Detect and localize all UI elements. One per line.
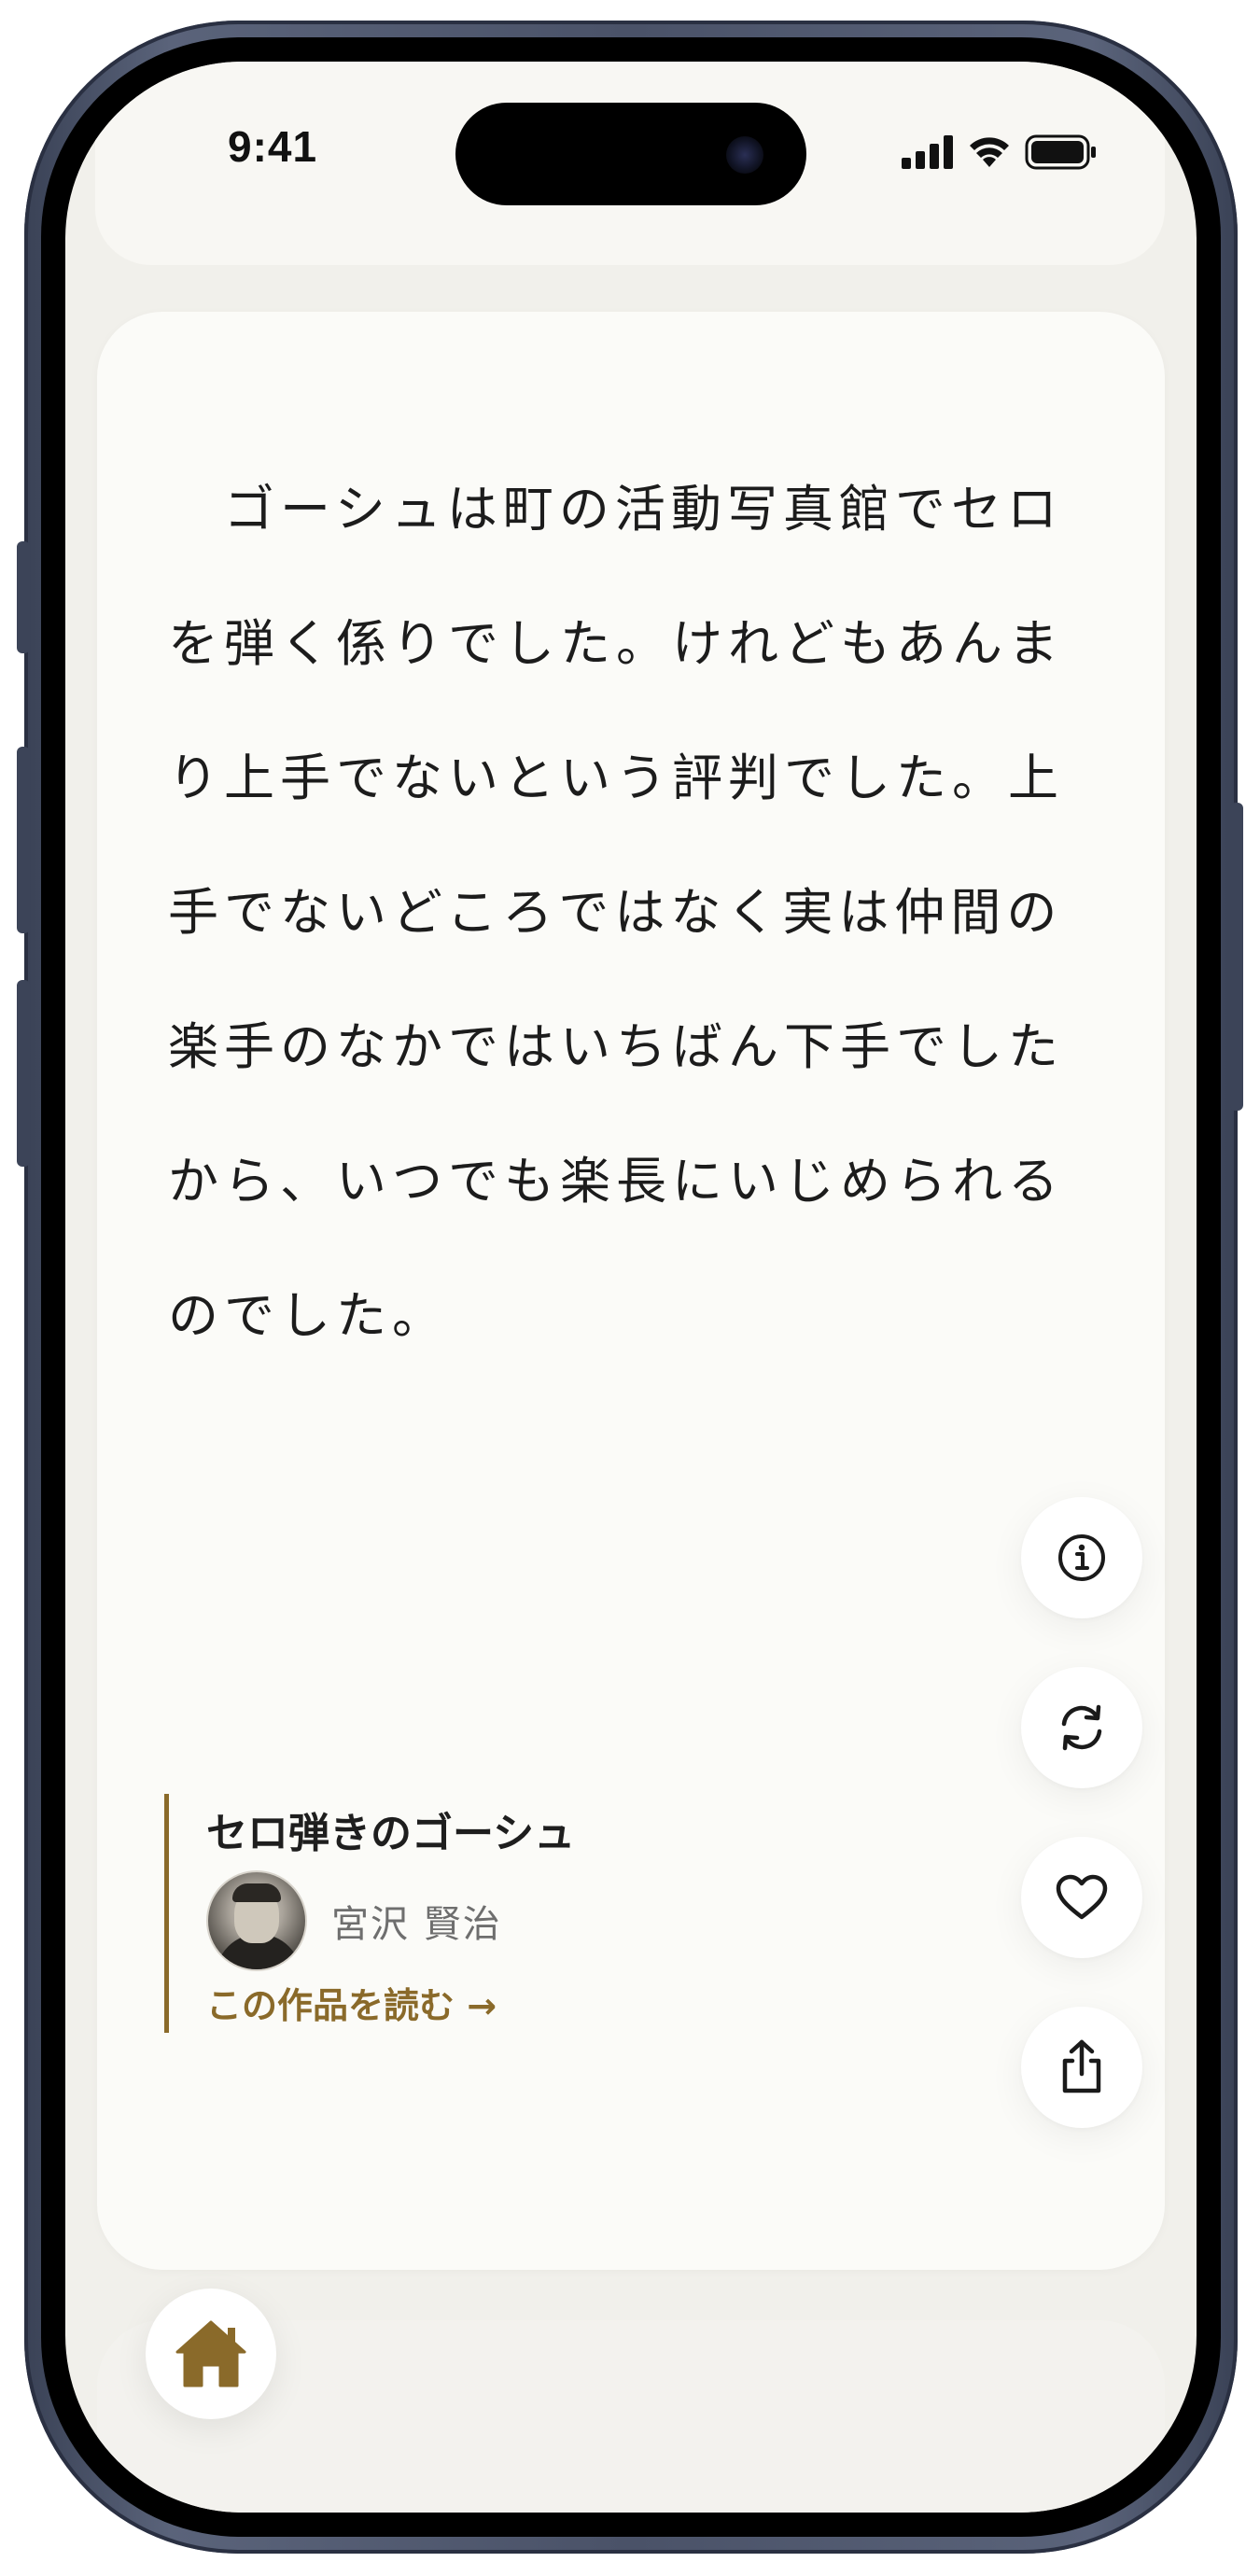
screen: 9:41 ゴーシュは町の活動写真館でセロを弾く係りでした。けれどもあんまり上手で…	[65, 62, 1197, 2513]
favorite-button[interactable]	[1021, 1837, 1142, 1958]
status-time: 9:41	[228, 122, 318, 171]
work-title: セロ弾きのゴーシュ	[206, 1810, 576, 1857]
signal-icon	[902, 135, 953, 169]
passage-text: ゴーシュは町の活動写真館でセロを弾く係りでした。けれどもあんまり上手でないという…	[168, 480, 1064, 1345]
quote-card: ゴーシュは町の活動写真館でセロを弾く係りでした。けれどもあんまり上手でないという…	[97, 312, 1165, 2270]
read-work-link[interactable]: この作品を読む →	[206, 1977, 497, 2028]
share-button[interactable]	[1021, 2007, 1142, 2128]
heart-icon	[1056, 1874, 1108, 1920]
author-avatar	[206, 1870, 307, 1971]
dynamic-island	[455, 103, 806, 205]
camera-icon	[726, 136, 763, 174]
home-button[interactable]	[146, 2289, 276, 2419]
volume-down-button	[17, 980, 30, 1167]
refresh-icon	[1061, 1704, 1102, 1751]
info-icon	[1058, 1534, 1105, 1581]
power-button	[1230, 803, 1243, 1111]
refresh-button[interactable]	[1021, 1667, 1142, 1788]
author-row: 宮沢 賢治	[206, 1870, 502, 1971]
author-name: 宮沢 賢治	[331, 1903, 502, 1946]
action-button	[17, 541, 30, 653]
status-icons	[902, 134, 1098, 170]
home-icon	[175, 2320, 246, 2387]
work-info: セロ弾きのゴーシュ 宮沢 賢治 この作品を読む →	[164, 1794, 729, 2033]
info-button[interactable]	[1021, 1497, 1142, 1618]
share-icon	[1062, 2039, 1101, 2093]
wifi-icon	[970, 137, 1009, 167]
volume-up-button	[17, 747, 30, 933]
battery-icon	[1025, 134, 1096, 170]
